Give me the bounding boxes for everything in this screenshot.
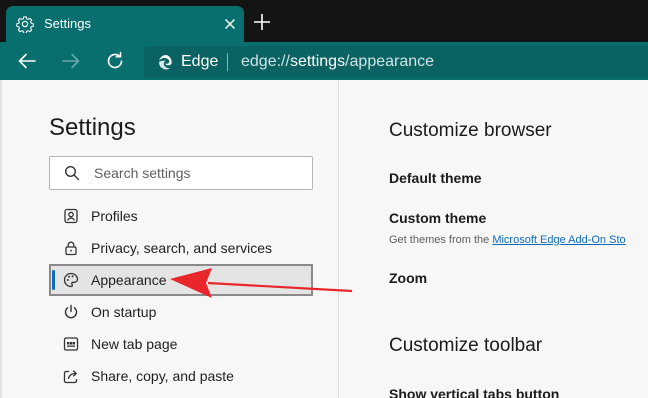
addons-store-link[interactable]: Microsoft Edge Add-On Sto (492, 234, 625, 246)
lock-icon (65, 241, 77, 256)
tab-strip: Settings (0, 0, 648, 42)
url-path: /appearance (345, 53, 435, 70)
setting-default-theme[interactable]: Default theme (389, 170, 482, 186)
tab-settings[interactable]: Settings (6, 6, 244, 42)
search-box[interactable] (49, 156, 313, 190)
sidebar-item-label: Profiles (91, 208, 138, 224)
edge-logo-icon (159, 55, 172, 70)
refresh-icon[interactable] (104, 50, 126, 72)
toolbar: Edge edge://settings/appearance (0, 42, 648, 80)
new-tab-page-icon (63, 337, 79, 351)
section-title-customize-browser: Customize browser (389, 120, 552, 141)
palette-icon (63, 272, 79, 288)
section-title-customize-toolbar: Customize toolbar (389, 335, 543, 356)
sidebar-item-share-copy-paste[interactable]: Share, copy, and paste (49, 360, 313, 392)
sidebar-item-profiles[interactable]: Profiles (49, 200, 313, 232)
address-bar[interactable]: Edge edge://settings/appearance (144, 46, 648, 78)
annotation-arrow (170, 268, 352, 298)
sidebar-item-label: On startup (91, 304, 157, 320)
sidebar-title: Settings (49, 114, 136, 141)
sidebar-item-privacy[interactable]: Privacy, search, and services (49, 232, 313, 264)
close-icon[interactable] (222, 16, 238, 32)
address-separator (227, 53, 228, 71)
settings-main-pane: Customize browser Default theme Custom t… (339, 80, 648, 398)
profiles-icon (64, 208, 78, 224)
sidebar-item-label: Share, copy, and paste (91, 368, 234, 384)
settings-sidebar: Settings Profiles (0, 80, 338, 398)
custom-theme-desc-text: Get themes from the (389, 234, 493, 246)
search-icon (64, 165, 80, 181)
setting-vertical-tabs-button[interactable]: Show vertical tabs button (389, 386, 559, 398)
setting-zoom[interactable]: Zoom (389, 270, 427, 286)
sidebar-item-label: Privacy, search, and services (91, 240, 273, 256)
url-scheme: edge:// (241, 53, 290, 70)
sidebar-item-label: New tab page (91, 336, 178, 352)
setting-custom-theme[interactable]: Custom theme (389, 210, 486, 226)
forward-arrow-icon[interactable] (60, 50, 82, 72)
plus-icon[interactable] (252, 12, 272, 32)
url-host: settings (289, 53, 346, 70)
browser-window: Settings Edge edge://settings/appearance… (0, 0, 648, 398)
browser-label: Edge (181, 53, 219, 70)
power-icon (64, 304, 78, 319)
gear-icon (16, 16, 34, 33)
window-edge (0, 80, 2, 398)
share-icon (63, 370, 78, 384)
search-input[interactable] (94, 164, 304, 182)
sidebar-item-new-tab-page[interactable]: New tab page (49, 328, 313, 360)
settings-page: Settings Profiles (0, 80, 648, 398)
back-arrow-icon[interactable] (16, 50, 38, 72)
custom-theme-description: Get themes from the Microsoft Edge Add-O… (389, 234, 626, 246)
tab-title: Settings (44, 16, 91, 31)
url-text[interactable]: edge://settings/appearance (241, 53, 434, 71)
sidebar-item-label: Appearance (91, 272, 167, 288)
